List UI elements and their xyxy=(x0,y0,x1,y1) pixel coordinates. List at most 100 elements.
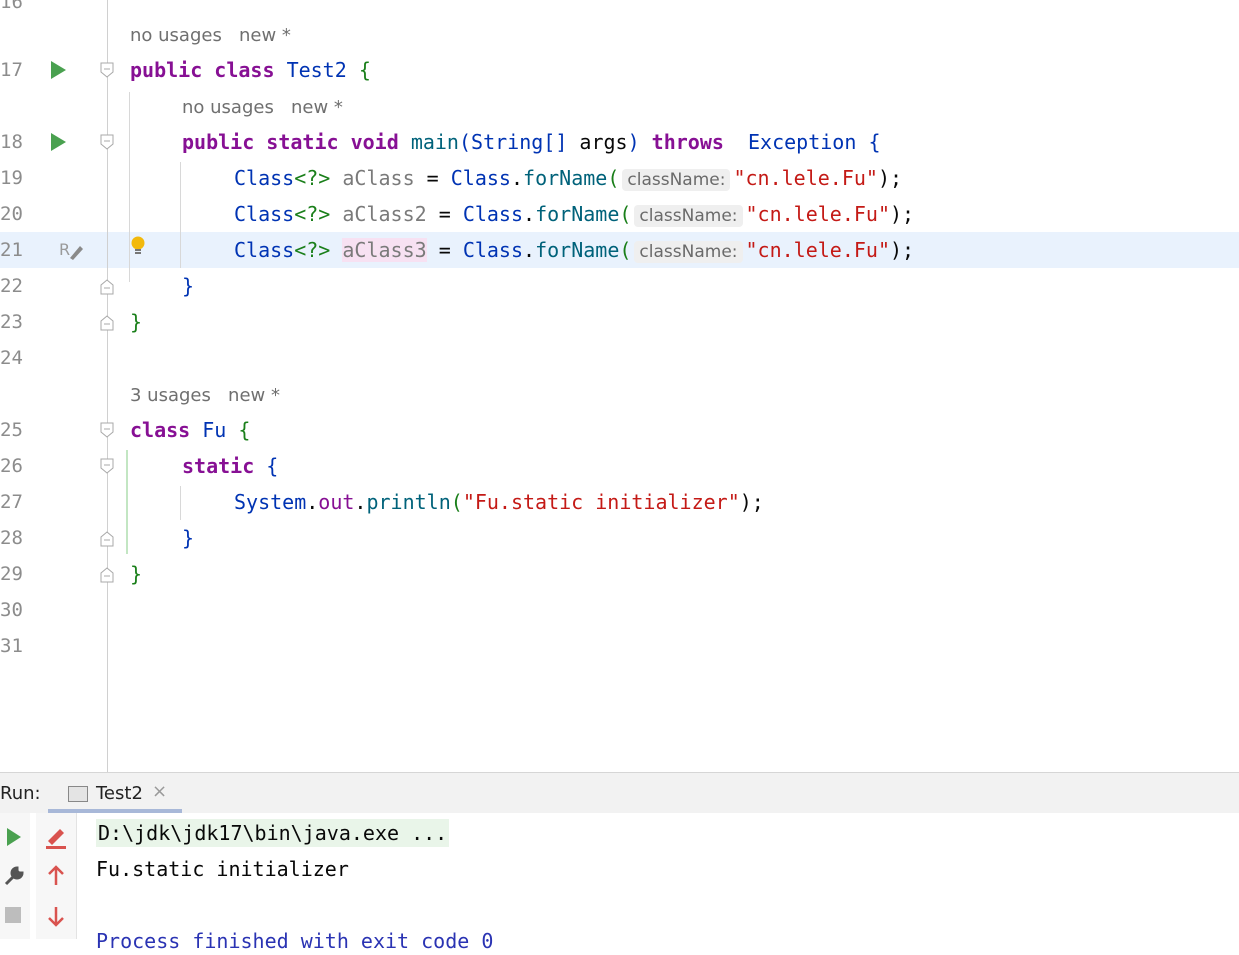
statement-end: ); xyxy=(739,490,764,514)
tab-test2[interactable]: Test2 xyxy=(96,783,143,804)
code-line: public static void main(String[] args) t… xyxy=(182,130,880,154)
arrow-down-icon[interactable] xyxy=(46,905,66,927)
fold-icon[interactable] xyxy=(99,62,115,78)
keyword: public xyxy=(130,58,203,82)
paren: ( xyxy=(619,238,632,262)
run-toolbar xyxy=(0,813,30,939)
console-line: Fu.static initializer xyxy=(96,857,349,881)
usage-hint[interactable]: no usages new * xyxy=(130,24,291,48)
dot: . xyxy=(523,202,536,226)
line-number: 18 xyxy=(0,131,23,153)
arrow-up-icon[interactable] xyxy=(46,865,66,887)
line-number: 23 xyxy=(0,311,23,333)
brace: { xyxy=(238,418,251,442)
run-label: Run: xyxy=(0,783,41,804)
line-number: 21 xyxy=(0,239,23,261)
method-name: forName xyxy=(535,238,620,262)
line-number: 16 xyxy=(0,0,23,13)
statement-end: ); xyxy=(877,166,903,190)
method-name: forName xyxy=(523,166,608,190)
param-hint: className: xyxy=(634,241,743,263)
edit-icon[interactable]: R xyxy=(58,238,84,262)
type-name: Class xyxy=(234,166,295,190)
unfold-icon[interactable] xyxy=(99,567,115,583)
dot: . xyxy=(510,166,524,190)
dot: . xyxy=(523,238,536,262)
console-line: Process finished with exit code 0 xyxy=(96,929,494,953)
line-number: 17 xyxy=(0,59,23,81)
line-number: 26 xyxy=(0,455,23,477)
rerun-icon[interactable] xyxy=(5,827,23,847)
code-line: Class<?> aClass2 = Class.forName(classNa… xyxy=(234,202,914,228)
type-name: Class xyxy=(234,202,295,226)
line-number: 25 xyxy=(0,419,23,441)
unfold-icon[interactable] xyxy=(99,279,115,295)
console-icon xyxy=(68,786,88,802)
keyword: static xyxy=(182,454,255,478)
type-name: Class xyxy=(462,238,524,262)
indent-guide xyxy=(180,486,181,520)
generic: <?> xyxy=(294,166,331,190)
usage-hint[interactable]: no usages new * xyxy=(182,96,343,120)
run-panel: Run: Test2 × D:\jdk\jdk17\bin\java.exe .… xyxy=(0,772,1239,953)
line-number: 31 xyxy=(0,635,23,657)
brace: } xyxy=(182,526,195,550)
variable-name: aClass xyxy=(342,166,415,190)
statement-end: ); xyxy=(890,202,915,226)
run-class-icon[interactable] xyxy=(51,61,66,79)
usage-hint[interactable]: 3 usages new * xyxy=(130,384,280,408)
method-name: println xyxy=(366,490,451,514)
close-icon[interactable]: × xyxy=(152,781,167,802)
type-name: Exception xyxy=(748,130,857,154)
unfold-icon[interactable] xyxy=(99,531,115,547)
fold-icon[interactable] xyxy=(99,422,115,438)
variable-name-warning[interactable]: aClass3 xyxy=(342,238,427,262)
code-editor[interactable]: 16 17 18 19 20 21 22 23 24 25 26 27 28 2… xyxy=(0,0,1239,772)
string-literal: "cn.lele.Fu" xyxy=(745,238,891,262)
brace: { xyxy=(266,454,279,478)
paren: ( xyxy=(458,130,472,154)
lightbulb-icon[interactable] xyxy=(130,236,146,256)
line-number: 29 xyxy=(0,563,23,585)
statement-end: ); xyxy=(890,238,915,262)
operator: = xyxy=(426,202,463,226)
unfold-icon[interactable] xyxy=(99,315,115,331)
paren: ( xyxy=(450,490,463,514)
keyword: class xyxy=(214,58,275,82)
wrench-icon[interactable] xyxy=(3,865,25,887)
operator: = xyxy=(426,238,463,262)
code-line: public class Test2 { xyxy=(130,58,371,82)
code-line: System.out.println("Fu.static initialize… xyxy=(234,490,764,514)
keyword: throws xyxy=(651,130,724,154)
code-line: static { xyxy=(182,454,278,478)
param-hint: className: xyxy=(622,169,731,191)
paren: ) xyxy=(627,130,640,154)
stop-icon[interactable] xyxy=(4,906,22,924)
edit-config-icon[interactable] xyxy=(44,825,68,849)
operator: = xyxy=(414,166,451,190)
string-literal: "cn.lele.Fu" xyxy=(745,202,891,226)
fold-icon[interactable] xyxy=(99,134,115,150)
brace: } xyxy=(130,310,143,334)
line-number: 30 xyxy=(0,599,23,621)
gutter-separator xyxy=(107,0,108,772)
paren: ( xyxy=(607,166,620,190)
keyword: void xyxy=(350,130,399,154)
type-name: System xyxy=(234,490,307,514)
run-main-icon[interactable] xyxy=(51,133,66,151)
keyword: static xyxy=(266,130,339,154)
indent-guide xyxy=(180,162,181,268)
brace: { xyxy=(358,58,371,82)
string-literal: "Fu.static initializer" xyxy=(462,490,740,514)
param-name: args xyxy=(579,130,628,154)
string-literal: "cn.lele.Fu" xyxy=(733,166,878,190)
change-marker xyxy=(126,450,128,554)
brace: } xyxy=(130,562,143,586)
method-name: forName xyxy=(535,202,620,226)
code-line-current[interactable]: Class<?> aClass3 = Class.forName(classNa… xyxy=(234,238,914,264)
fold-icon[interactable] xyxy=(99,458,115,474)
console-toolbar xyxy=(36,813,77,939)
type-name: Class xyxy=(450,166,511,190)
param-hint: className: xyxy=(634,205,743,227)
type-name: Class xyxy=(462,202,524,226)
